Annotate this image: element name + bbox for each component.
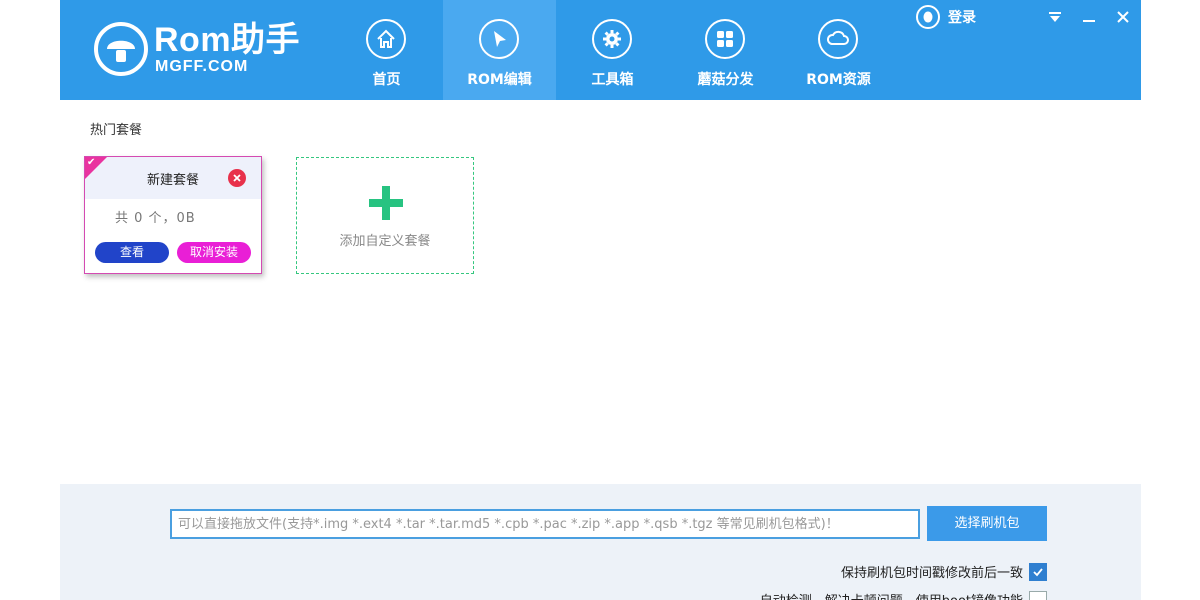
nav-item-rom-edit[interactable]: ROM编辑 xyxy=(443,0,556,100)
brand-sub: MGFF.COM xyxy=(155,58,249,75)
home-icon xyxy=(366,19,406,59)
delete-icon[interactable] xyxy=(228,169,246,187)
app-logo: Rom助手 MGFF.COM xyxy=(94,22,354,82)
nav-item-home[interactable]: 首页 xyxy=(330,0,443,100)
gear-icon xyxy=(592,19,632,59)
nav-label-rom-edit: ROM编辑 xyxy=(467,72,532,88)
main-nav: 首页 ROM编辑 工具箱 蘑菇分发 ROM资源 xyxy=(330,0,895,100)
keep-timestamp-checkbox[interactable] xyxy=(1029,562,1047,581)
card-info: 共 0 个，0B xyxy=(115,211,196,226)
option-auto-detect-label: 自动检测、解决卡顿问题，使用boot镜像功能 xyxy=(760,590,1023,600)
select-flash-package-button[interactable]: 选择刷机包 xyxy=(927,506,1047,541)
nav-item-rom-resources[interactable]: ROM资源 xyxy=(782,0,895,100)
nav-label-rom-resources: ROM资源 xyxy=(806,72,871,88)
package-card[interactable]: ✔ 新建套餐 共 0 个，0B 查看 取消安装 xyxy=(84,156,262,274)
nav-item-toolbox[interactable]: 工具箱 xyxy=(556,0,669,100)
login-label: 登录 xyxy=(948,10,976,26)
header-bar: Rom助手 MGFF.COM 首页 ROM编辑 工具箱 蘑菇分发 ROM资源 登… xyxy=(60,0,1141,100)
nav-item-distribute[interactable]: 蘑菇分发 xyxy=(669,0,782,100)
grid-icon xyxy=(705,19,745,59)
checkmark-icon: ✔ xyxy=(87,157,96,168)
plus-icon xyxy=(369,186,403,220)
nav-label-toolbox: 工具箱 xyxy=(591,72,634,88)
minimize-icon[interactable] xyxy=(1078,6,1100,28)
drop-file-input[interactable] xyxy=(170,509,920,539)
option-keep-timestamp-label: 保持刷机包时间戳修改前后一致 xyxy=(840,566,1023,581)
nav-label-distribute: 蘑菇分发 xyxy=(697,72,754,88)
view-button[interactable]: 查看 xyxy=(95,242,169,263)
login-button[interactable]: 登录 xyxy=(916,4,976,30)
cloud-icon xyxy=(818,19,858,59)
penguin-icon xyxy=(916,5,940,29)
app-window: Rom助手 MGFF.COM 首页 ROM编辑 工具箱 蘑菇分发 ROM资源 登… xyxy=(60,0,1141,600)
menu-dropdown-icon[interactable] xyxy=(1044,6,1066,28)
cursor-icon xyxy=(479,19,519,59)
option-auto-detect: 自动检测、解决卡顿问题，使用boot镜像功能 xyxy=(760,590,1047,600)
close-icon[interactable] xyxy=(1112,6,1134,28)
add-custom-package-button[interactable]: 添加自定义套餐 xyxy=(296,157,474,274)
mushroom-logo-icon xyxy=(94,22,148,76)
option-keep-timestamp: 保持刷机包时间戳修改前后一致 xyxy=(841,562,1047,581)
section-title: 热门套餐 xyxy=(90,123,143,138)
auto-detect-checkbox[interactable] xyxy=(1029,590,1047,600)
bottom-panel: 选择刷机包 保持刷机包时间戳修改前后一致 自动检测、解决卡顿问题，使用boot镜… xyxy=(60,484,1141,600)
cancel-install-button[interactable]: 取消安装 xyxy=(177,242,251,263)
add-custom-package-label: 添加自定义套餐 xyxy=(339,234,431,249)
brand-name: Rom助手 xyxy=(154,21,301,59)
nav-label-home: 首页 xyxy=(372,72,401,88)
